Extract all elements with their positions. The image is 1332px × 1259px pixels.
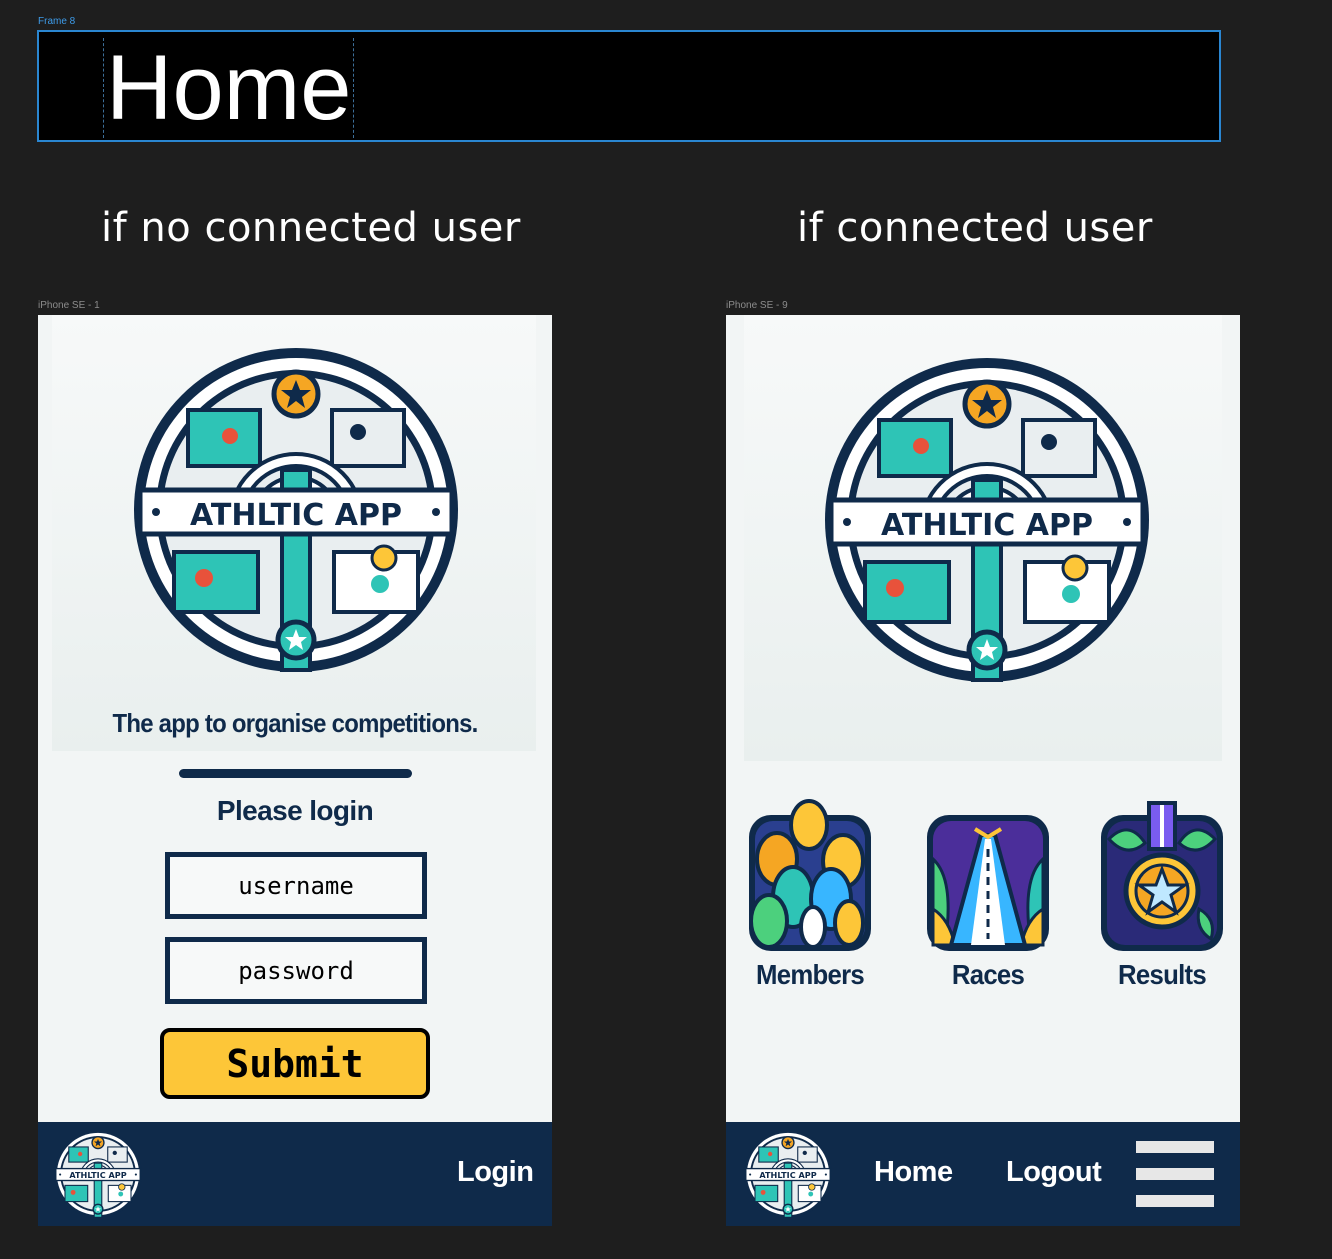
divider [179,769,412,778]
tagline: The app to organise competitions. [112,708,478,738]
title-frame: Home [37,30,1221,142]
login-prompt: Please login [216,795,374,826]
logo-area [52,315,536,751]
tile-races[interactable]: Races [918,799,1058,991]
athletic-app-logo [126,340,466,680]
logo-area [744,315,1222,761]
nav-logo-icon[interactable] [742,1128,834,1220]
phone-label-left: iPhone SE - 1 [38,300,100,311]
tile-results[interactable]: Results [1092,799,1232,991]
tile-label: Races [951,959,1025,990]
caption-connected-user: if connected user [797,205,1153,251]
password-input[interactable] [165,937,427,1004]
tile-label: Members [756,959,865,990]
athletic-app-logo [817,350,1157,690]
hamburger-menu-icon[interactable] [1136,1139,1214,1209]
road-track-icon [927,815,1049,951]
login-screen: The app to organise competitions. Please… [38,315,552,1226]
login-link[interactable]: Login [457,1156,534,1189]
caption-no-user: if no connected user [101,205,521,251]
logout-link[interactable]: Logout [1006,1156,1102,1189]
submit-button[interactable]: Submit [160,1028,430,1099]
page-title: Home [103,38,355,138]
bottom-navbar: Login [38,1122,552,1226]
bottom-navbar: Home Logout [726,1122,1240,1226]
tile-label: Results [1118,959,1207,990]
username-input[interactable] [165,852,427,919]
nav-logo-icon[interactable] [52,1128,144,1220]
home-screen: Members Races Results Home Logout [726,315,1240,1226]
home-link[interactable]: Home [874,1156,953,1189]
frame-label: Frame 8 [38,16,76,27]
tile-members[interactable]: Members [740,799,880,991]
people-group-icon [749,799,871,951]
phone-label-right: iPhone SE - 9 [726,300,788,311]
medal-star-icon [1101,801,1223,951]
